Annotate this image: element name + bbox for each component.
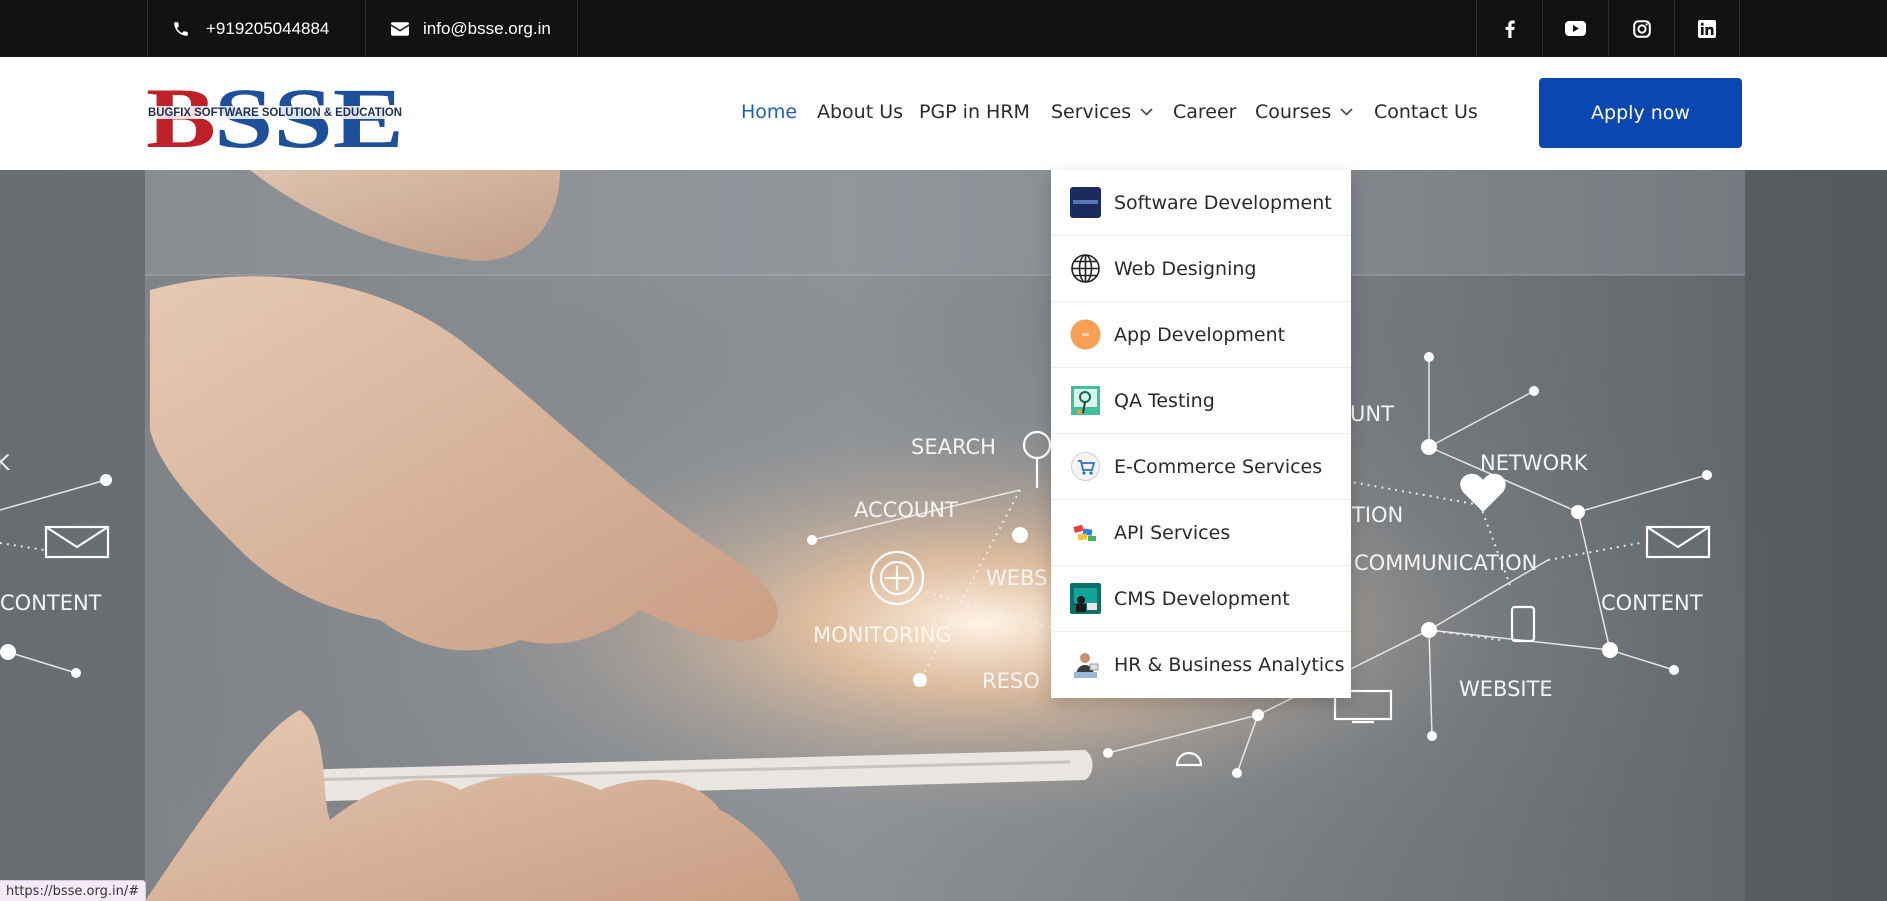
facebook-link[interactable]	[1476, 0, 1542, 57]
phone-number: +919205044884	[206, 18, 330, 38]
site-header: B SSE BUGFIX SOFTWARE SOLUTION & EDUCATI…	[0, 57, 1887, 170]
phone-icon	[174, 21, 188, 36]
nav-career[interactable]: Career	[1173, 101, 1237, 123]
bsse-logo[interactable]: B SSE BUGFIX SOFTWARE SOLUTION & EDUCATI…	[146, 70, 406, 166]
menu-item-label: E-Commerce Services	[1114, 455, 1323, 478]
menu-item-label: HR & Business Analytics	[1114, 654, 1345, 676]
menu-item-api-services[interactable]: API Services	[1051, 500, 1351, 566]
menu-item-cms-development[interactable]: CMS Development	[1051, 566, 1351, 632]
services-dropdown: Software Development Web Designing App D…	[1051, 170, 1351, 698]
menu-item-label: API Services	[1114, 521, 1231, 544]
shopping-cart-icon	[1071, 452, 1100, 481]
nav-contact-us[interactable]: Contact Us	[1374, 101, 1478, 123]
apply-now-button[interactable]: Apply now	[1539, 78, 1742, 148]
menu-item-software-development[interactable]: Software Development	[1051, 170, 1351, 236]
phone-link[interactable]: +919205044884	[172, 0, 329, 57]
hero-label: ACCOUNT	[854, 498, 958, 522]
menu-item-label: QA Testing	[1114, 389, 1215, 412]
api-services-icon	[1073, 524, 1096, 541]
nav-about-us[interactable]: About Us	[817, 101, 903, 123]
nav-label: Services	[1051, 101, 1132, 123]
instagram-link[interactable]	[1608, 0, 1674, 57]
globe-icon	[1071, 254, 1100, 283]
hero-label: NETWORK	[1480, 451, 1589, 475]
nav-pgp-in-hrm[interactable]: PGP in HRM	[919, 101, 1030, 123]
nav-courses[interactable]: Courses	[1255, 101, 1353, 123]
hero-image: SEARCH ACCOUNT WEBS MONITORING RESO UNT …	[0, 170, 1887, 901]
nav-services[interactable]: Services	[1051, 101, 1153, 123]
hero-label: COMMUNICATION	[1354, 551, 1537, 575]
menu-item-qa-testing[interactable]: QA Testing	[1051, 368, 1351, 434]
hero-banner: SEARCH ACCOUNT WEBS MONITORING RESO UNT …	[0, 170, 1887, 901]
hero-label: UNT	[1350, 402, 1394, 426]
menu-item-label: Web Designing	[1114, 257, 1257, 280]
instagram-icon	[1632, 19, 1651, 38]
divider	[365, 0, 366, 57]
cms-development-icon	[1070, 583, 1101, 614]
qa-testing-icon	[1071, 386, 1100, 415]
nav-home[interactable]: Home	[741, 101, 797, 123]
nav-label: PGP in HRM	[919, 101, 1030, 123]
envelope-icon	[391, 21, 409, 36]
software-development-icon	[1070, 187, 1101, 218]
hero-label: SEARCH	[911, 435, 996, 459]
menu-item-hr-business-analytics[interactable]: HR & Business Analytics	[1051, 632, 1351, 698]
hero-label: TION	[1351, 503, 1403, 527]
hero-label: RESO	[982, 669, 1040, 693]
hero-label: WEBSITE	[1459, 677, 1553, 701]
chevron-down-icon	[1140, 108, 1153, 116]
hero-label: K	[0, 451, 11, 475]
menu-item-web-designing[interactable]: Web Designing	[1051, 236, 1351, 302]
divider	[577, 0, 578, 57]
linkedin-link[interactable]	[1674, 0, 1740, 57]
divider	[147, 0, 148, 57]
linkedin-icon	[1698, 19, 1716, 38]
menu-item-label: Software Development	[1114, 191, 1332, 214]
top-bar: +919205044884 info@bsse.org.in	[0, 0, 1887, 57]
nav-label: Contact Us	[1374, 101, 1478, 123]
menu-item-label: CMS Development	[1114, 587, 1290, 610]
youtube-link[interactable]	[1542, 0, 1608, 57]
chevron-down-icon	[1340, 108, 1353, 116]
menu-item-label: App Development	[1114, 323, 1286, 346]
nav-label: Courses	[1255, 101, 1332, 123]
email-link[interactable]: info@bsse.org.in	[391, 0, 551, 57]
app-development-icon	[1070, 319, 1101, 350]
email-address: info@bsse.org.in	[423, 18, 551, 38]
nav-label: Career	[1173, 101, 1237, 123]
nav-label: About Us	[817, 101, 904, 123]
hr-analytics-icon	[1074, 652, 1099, 678]
hero-label: CONTENT	[1601, 591, 1703, 615]
menu-item-e-commerce-services[interactable]: E-Commerce Services	[1051, 434, 1351, 500]
hero-label: CONTENT	[0, 591, 102, 615]
browser-status-bar: https://bsse.org.in/#	[0, 880, 147, 901]
nav-label: Home	[741, 101, 798, 123]
status-url: https://bsse.org.in/#	[6, 883, 140, 899]
logo-tagline: BUGFIX SOFTWARE SOLUTION & EDUCATION	[148, 107, 402, 119]
hero-label: MONITORING	[813, 623, 952, 647]
youtube-icon	[1565, 21, 1586, 36]
facebook-icon	[1505, 20, 1515, 38]
hero-label: WEBS	[986, 566, 1047, 590]
menu-item-app-development[interactable]: App Development	[1051, 302, 1351, 368]
